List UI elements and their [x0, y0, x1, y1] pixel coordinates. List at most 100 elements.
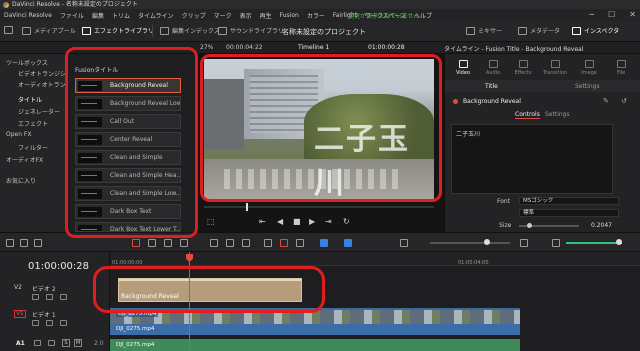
- menu-fusion[interactable]: Fusion: [280, 12, 299, 19]
- inspector-tab-file[interactable]: File: [607, 60, 635, 76]
- fusion-title-item[interactable]: Dark Box Text: [75, 204, 181, 219]
- metadata-button[interactable]: メタデータ: [518, 26, 560, 35]
- fusion-title-item[interactable]: Background Reveal: [75, 78, 181, 93]
- zoom-out-icon[interactable]: [400, 239, 408, 247]
- link-icon[interactable]: [280, 239, 288, 247]
- close-icon[interactable]: ✕: [629, 9, 636, 21]
- maximize-icon[interactable]: ☐: [608, 9, 615, 21]
- layout-button[interactable]: [4, 26, 13, 34]
- inspector-tab-audio[interactable]: Audio: [479, 60, 507, 76]
- edit-index-button[interactable]: 編集インデックス: [160, 26, 220, 35]
- auto-select-icon[interactable]: [46, 320, 53, 326]
- tree-open-fx[interactable]: Open FX: [6, 131, 32, 138]
- video-frame[interactable]: 二子玉川: [204, 59, 434, 199]
- font-dropdown[interactable]: MSゴシック: [519, 197, 619, 205]
- loop-icon[interactable]: ↻: [343, 217, 350, 226]
- size-slider[interactable]: [519, 223, 579, 228]
- solo-button[interactable]: S: [62, 339, 70, 347]
- insert-clip-icon[interactable]: [210, 239, 218, 247]
- zoom-in-icon[interactable]: [520, 239, 528, 247]
- transform-icon[interactable]: ⬚: [207, 217, 215, 226]
- menu-davinci[interactable]: DaVinci Resolve: [4, 12, 52, 19]
- overwrite-clip-icon[interactable]: [226, 239, 234, 247]
- stop-icon[interactable]: ■: [293, 217, 301, 226]
- zoom-level[interactable]: 27%: [200, 44, 213, 51]
- selection-tool-icon[interactable]: [132, 239, 140, 247]
- title-text-input[interactable]: 二子玉川: [451, 124, 613, 194]
- lock-icon[interactable]: [32, 294, 39, 300]
- mute-button[interactable]: M: [74, 339, 82, 347]
- viewer-scrubber[interactable]: [204, 203, 434, 211]
- menu-playback[interactable]: 再生: [260, 11, 272, 20]
- effects-library-button[interactable]: エフェクトライブラリ: [82, 26, 154, 35]
- mixer-button[interactable]: ミキサー: [466, 26, 502, 35]
- menu-clip[interactable]: クリップ: [182, 11, 206, 20]
- scrubber-handle[interactable]: [246, 203, 248, 211]
- track-height-icon[interactable]: [20, 239, 28, 247]
- marker-icon[interactable]: [344, 239, 352, 247]
- track-id[interactable]: V1: [14, 310, 26, 318]
- tab-controls[interactable]: Controls: [515, 111, 540, 119]
- video-track-enable-icon[interactable]: [60, 320, 67, 326]
- position-lock-icon[interactable]: [296, 239, 304, 247]
- play-reverse-icon[interactable]: ◀: [277, 217, 283, 226]
- title-clip[interactable]: Background Reveal: [118, 278, 302, 302]
- zoom-slider-handle[interactable]: [484, 239, 490, 245]
- volume-slider-handle[interactable]: [616, 239, 622, 245]
- trim-tool-icon[interactable]: [148, 239, 156, 247]
- go-to-end-icon[interactable]: ⇥: [325, 217, 332, 226]
- inspector-tab-video[interactable]: Video: [449, 60, 477, 76]
- playhead[interactable]: [189, 252, 190, 351]
- tree-favorites[interactable]: お気に入り: [6, 176, 36, 185]
- size-value[interactable]: 0.2047: [591, 222, 612, 229]
- subtab-settings[interactable]: Settings: [575, 83, 600, 90]
- inspector-button[interactable]: インスペクタ: [572, 26, 619, 35]
- tab-control-settings[interactable]: Settings: [545, 111, 570, 118]
- minimize-icon[interactable]: ─: [589, 9, 594, 21]
- blade-tool-icon[interactable]: [180, 239, 188, 247]
- tree-audio-fx[interactable]: オーディオFX: [6, 155, 43, 164]
- tree-effects[interactable]: エフェクト: [18, 119, 48, 128]
- dynamic-trim-icon[interactable]: [164, 239, 172, 247]
- size-slider-handle[interactable]: [527, 223, 532, 228]
- menu-color[interactable]: カラー: [307, 11, 325, 20]
- menu-mark[interactable]: マーク: [214, 11, 232, 20]
- reset-icon[interactable]: ↺: [621, 97, 627, 105]
- clip-enabled-icon[interactable]: [453, 99, 458, 104]
- lock-icon[interactable]: [34, 340, 41, 346]
- menu-view[interactable]: 表示: [240, 11, 252, 20]
- tree-filters[interactable]: フィルター: [18, 143, 48, 152]
- video-clip-bar[interactable]: DJI_0275.mp4: [110, 324, 520, 335]
- timeline-tracks[interactable]: 01:00:00:00 01:00:04:00 Background Revea…: [110, 252, 640, 351]
- font-style-dropdown[interactable]: 標準: [519, 209, 619, 217]
- audio-clip[interactable]: DJI_0275.mp4: [110, 339, 520, 351]
- timeline-name[interactable]: Timeline 1: [298, 44, 329, 51]
- snapping-icon[interactable]: [264, 239, 272, 247]
- volume-icon[interactable]: [552, 239, 560, 247]
- fusion-title-item[interactable]: Clean and Simple Low...: [75, 186, 181, 201]
- video-track-enable-icon[interactable]: [60, 294, 67, 300]
- timeline-zoom-slider[interactable]: [430, 239, 510, 245]
- fusion-title-item[interactable]: Background Reveal Low...: [75, 96, 181, 111]
- tree-titles[interactable]: タイトル: [18, 95, 42, 104]
- auto-select-icon[interactable]: [48, 340, 55, 346]
- menu-edit[interactable]: 編集: [92, 11, 104, 20]
- replace-clip-icon[interactable]: [242, 239, 250, 247]
- fusion-title-item[interactable]: Clean and Simple Hea...: [75, 168, 181, 183]
- fusion-title-item[interactable]: Clean and Simple: [75, 150, 181, 165]
- timeline-options-icon[interactable]: [34, 239, 42, 247]
- go-to-start-icon[interactable]: ⇤: [259, 217, 266, 226]
- pen-icon[interactable]: ✎: [603, 97, 609, 105]
- menu-trim[interactable]: トリム: [112, 11, 130, 20]
- tree-toolbox[interactable]: ツールボックス: [6, 58, 48, 67]
- flag-icon[interactable]: [320, 239, 328, 247]
- lock-icon[interactable]: [32, 320, 39, 326]
- subtab-title[interactable]: Title: [485, 83, 498, 90]
- volume-slider[interactable]: [566, 239, 622, 245]
- inspector-tab-effects[interactable]: Effects: [509, 60, 537, 76]
- menu-timeline[interactable]: タイムライン: [138, 11, 174, 20]
- media-pool-button[interactable]: メディアプール: [22, 26, 76, 35]
- fusion-title-item[interactable]: Dark Box Text Lower T...: [75, 222, 181, 233]
- fusion-title-item[interactable]: Center Reveal: [75, 132, 181, 147]
- auto-select-icon[interactable]: [46, 294, 53, 300]
